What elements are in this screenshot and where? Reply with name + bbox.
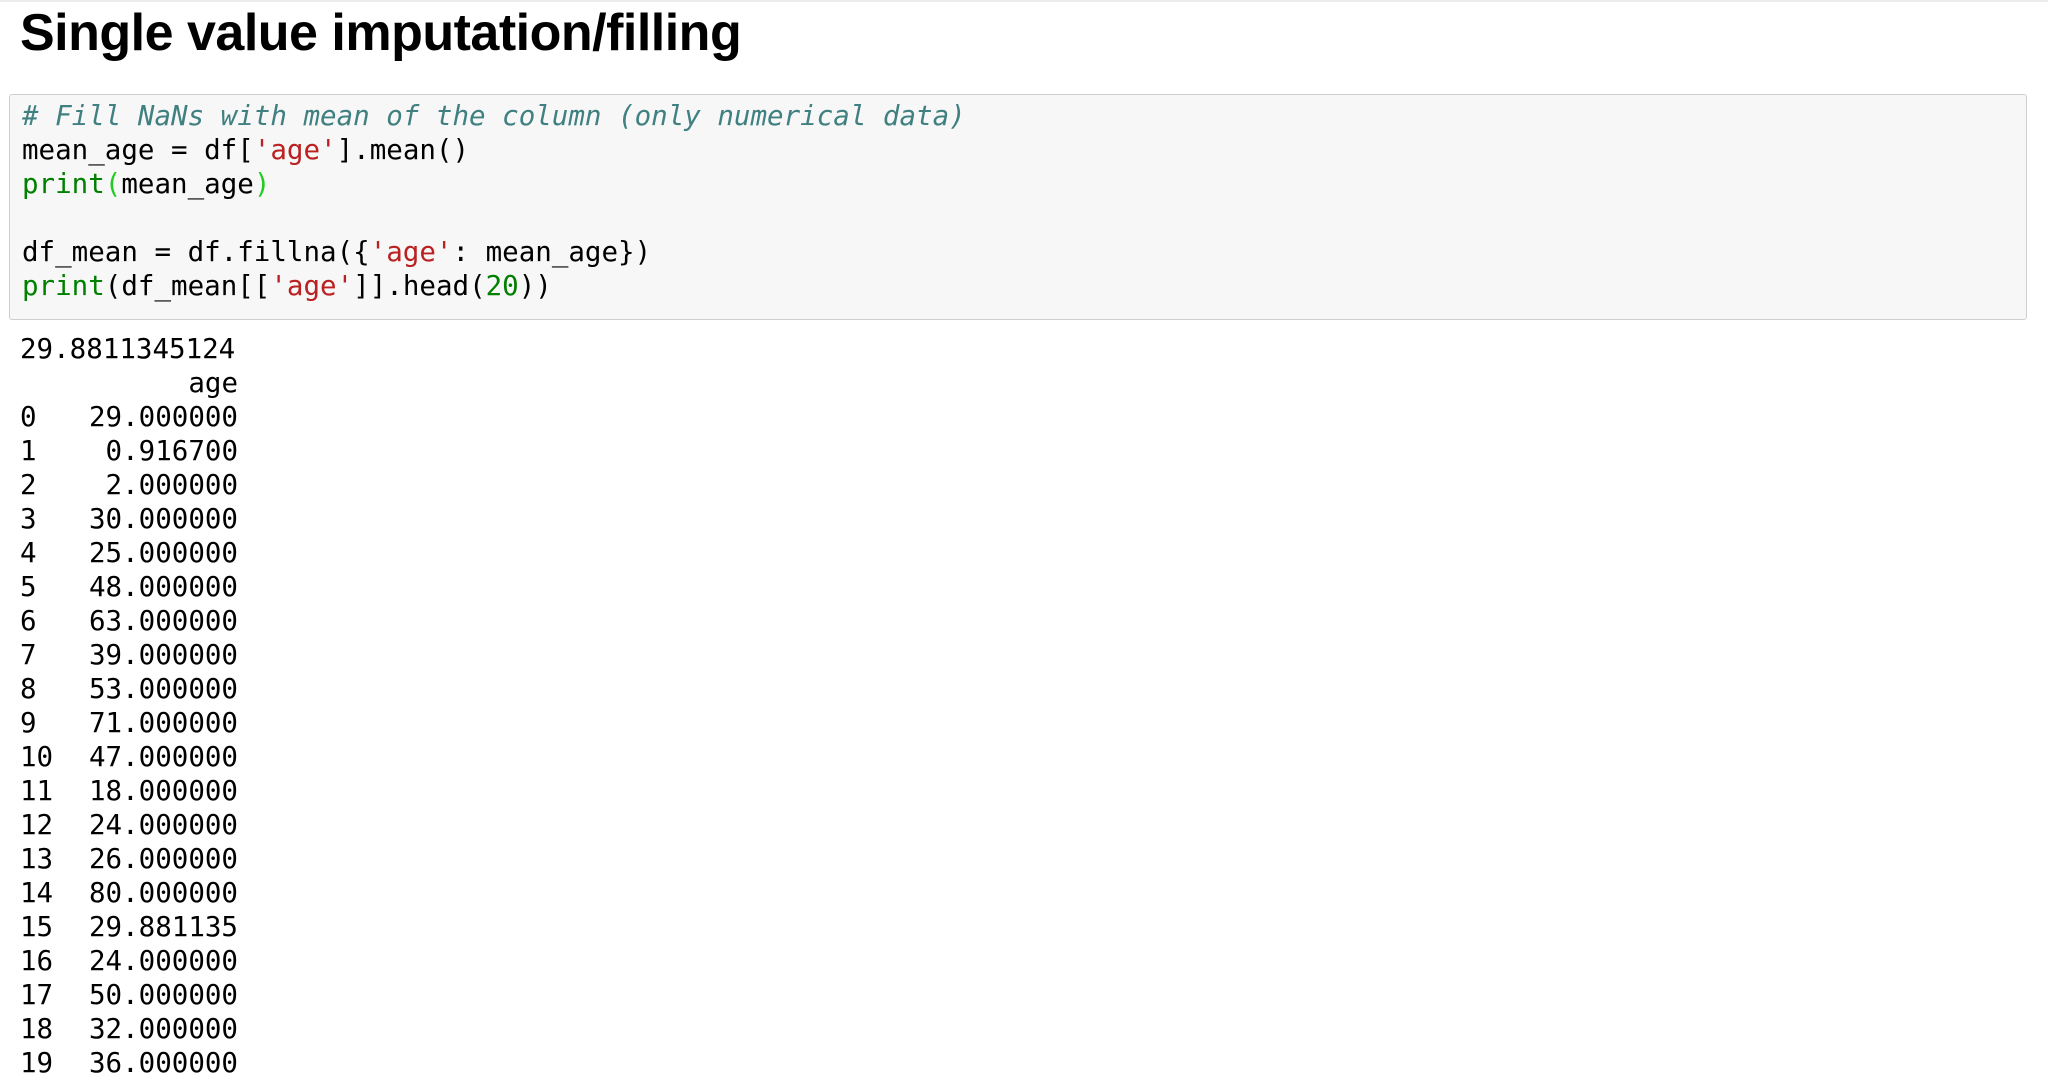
row-value: 2.000000 bbox=[105, 469, 238, 501]
row-value: 29.000000 bbox=[88, 401, 238, 433]
code-token-plain: df_mean = df.fillna({ bbox=[22, 236, 370, 268]
code-token-plain: ].mean() bbox=[336, 134, 470, 166]
code-line[interactable]: print(mean_age) bbox=[22, 167, 270, 201]
row-value: 18.000000 bbox=[88, 775, 238, 807]
dataframe-row: 7 39.000000 bbox=[20, 638, 238, 672]
row-value: 25.000000 bbox=[88, 537, 238, 569]
code-token-number: 20 bbox=[485, 270, 519, 302]
code-token-plain: (df_mean[[ bbox=[104, 270, 271, 302]
dataframe-row: 6 63.000000 bbox=[20, 604, 238, 638]
code-line[interactable]: mean_age = df['age'].mean() bbox=[22, 133, 469, 167]
row-value: 50.000000 bbox=[88, 979, 238, 1011]
row-value: 32.000000 bbox=[88, 1013, 238, 1045]
code-token-builtin: print bbox=[22, 168, 105, 200]
row-value: 24.000000 bbox=[88, 945, 238, 977]
code-line[interactable]: df_mean = df.fillna({'age': mean_age}) bbox=[22, 235, 651, 269]
markdown-heading: Single value imputation/filling bbox=[20, 4, 742, 62]
dataframe-row: 5 48.000000 bbox=[20, 570, 238, 604]
code-token-builtin: print bbox=[22, 270, 105, 302]
dataframe-row: 10 47.000000 bbox=[20, 740, 238, 774]
row-value: 39.000000 bbox=[88, 639, 238, 671]
dataframe-row: 12 24.000000 bbox=[20, 808, 238, 842]
code-cell[interactable]: # Fill NaNs with mean of the column (onl… bbox=[9, 94, 2027, 320]
dataframe-row: 0 29.000000 bbox=[20, 400, 238, 434]
dataframe-row: 3 30.000000 bbox=[20, 502, 238, 536]
row-value: 80.000000 bbox=[88, 877, 238, 909]
row-value: 63.000000 bbox=[88, 605, 238, 637]
dataframe-row: 9 71.000000 bbox=[20, 706, 238, 740]
dataframe-row: 11 18.000000 bbox=[20, 774, 238, 808]
row-value: 53.000000 bbox=[88, 673, 238, 705]
dataframe-row: 16 24.000000 bbox=[20, 944, 238, 978]
dataframe-row: 8 53.000000 bbox=[20, 672, 238, 706]
code-token-string: 'age' bbox=[253, 134, 337, 166]
row-value: 47.000000 bbox=[88, 741, 238, 773]
dataframe-row: 4 25.000000 bbox=[20, 536, 238, 570]
dataframe-row: 2 2.000000 bbox=[20, 468, 238, 502]
row-value: 48.000000 bbox=[88, 571, 238, 603]
row-value: 26.000000 bbox=[88, 843, 238, 875]
dataframe-row: 14 80.000000 bbox=[20, 876, 238, 910]
code-token-plain: )) bbox=[518, 270, 552, 302]
dataframe-row: 13 26.000000 bbox=[20, 842, 238, 876]
code-token-plain: mean_age = df[ bbox=[22, 134, 254, 166]
code-line[interactable]: # Fill NaNs with mean of the column (onl… bbox=[22, 99, 966, 133]
code-token-plain: : mean_age}) bbox=[452, 236, 652, 268]
dataframe-row: 19 36.000000 bbox=[20, 1046, 238, 1080]
code-token-string: 'age' bbox=[369, 236, 453, 268]
row-value: 71.000000 bbox=[88, 707, 238, 739]
dataframe-column-header: age bbox=[188, 367, 238, 399]
code-token-plain: ]].head( bbox=[353, 270, 486, 302]
dataframe-row: 18 32.000000 bbox=[20, 1012, 238, 1046]
code-token-plain: mean_age bbox=[121, 168, 254, 200]
row-value: 29.881135 bbox=[88, 911, 238, 943]
code-token-paren-hl: ) bbox=[253, 168, 271, 200]
code-token-string: 'age' bbox=[270, 270, 354, 302]
code-line[interactable]: print(df_mean[['age']].head(20)) bbox=[22, 269, 552, 303]
row-value: 36.000000 bbox=[88, 1047, 238, 1079]
row-value: 30.000000 bbox=[88, 503, 238, 535]
printed-mean: 29.8811345124 bbox=[20, 333, 236, 365]
code-token-comment: # Fill NaNs with mean of the column (onl… bbox=[22, 100, 966, 132]
code-token-paren-hl: ( bbox=[104, 168, 122, 200]
row-value: 24.000000 bbox=[88, 809, 238, 841]
dataframe-row: 1 0.916700 bbox=[20, 434, 238, 468]
dataframe-row: 17 50.000000 bbox=[20, 978, 238, 1012]
row-value: 0.916700 bbox=[105, 435, 238, 467]
dataframe-row: 15 29.881135 bbox=[20, 910, 238, 944]
